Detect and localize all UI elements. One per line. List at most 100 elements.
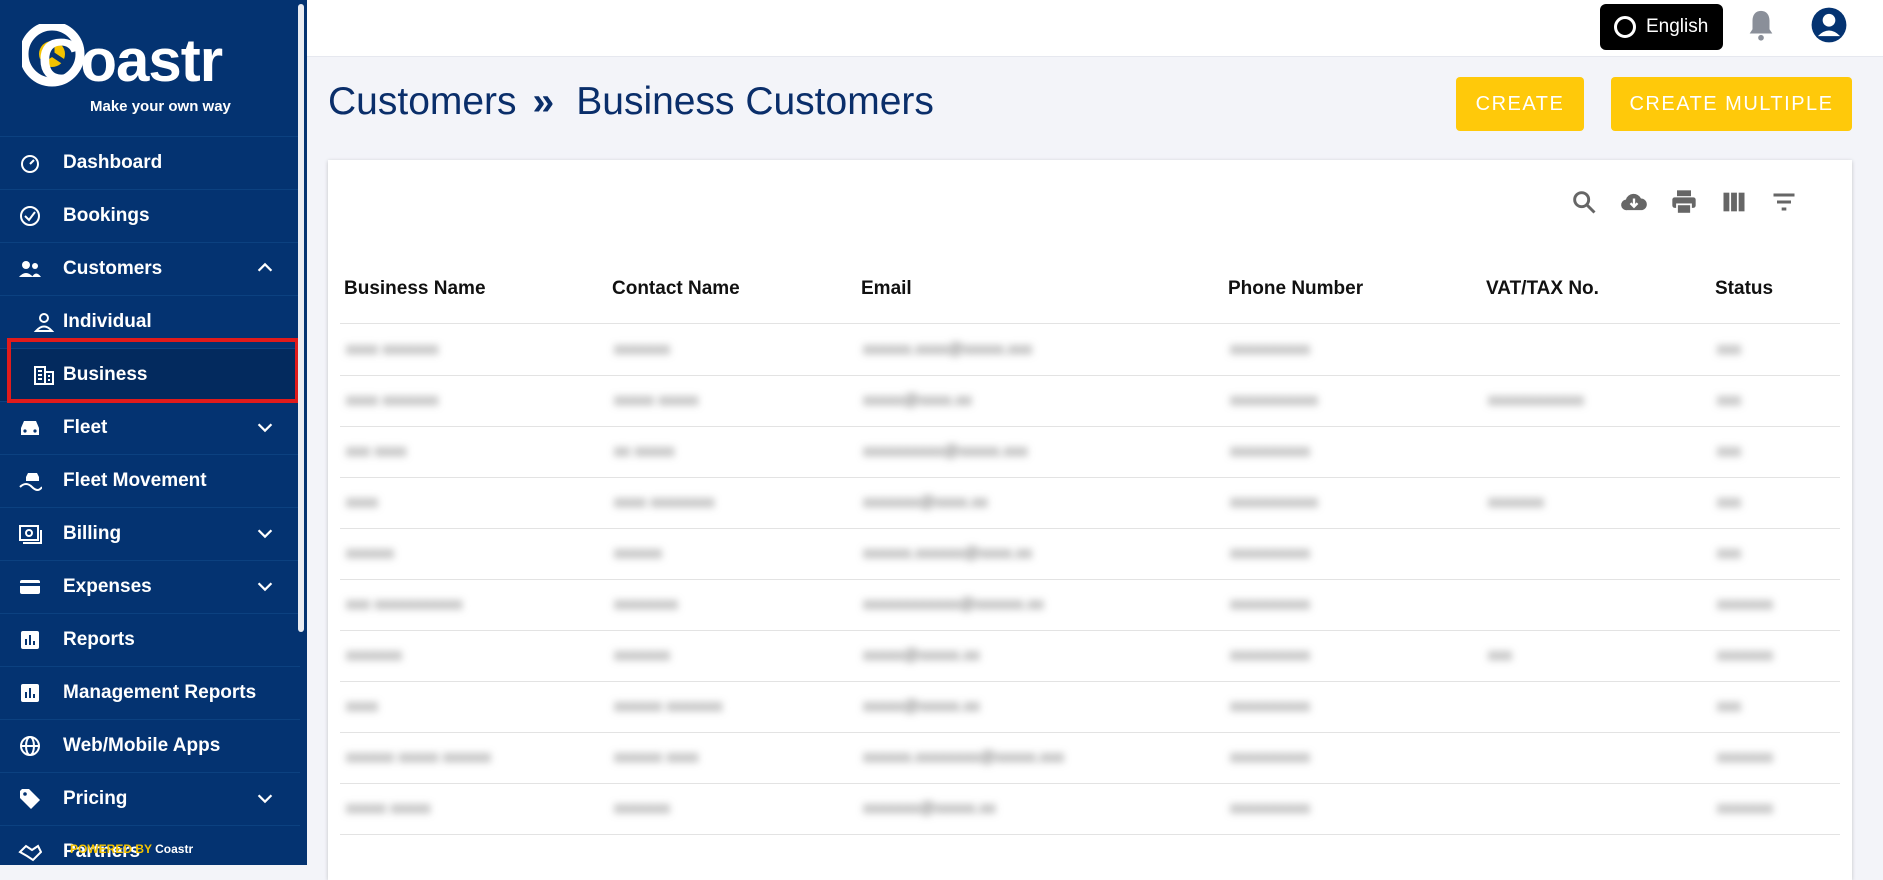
sidebar-item-label: Expenses [63, 576, 152, 597]
cell-status: xxx [1717, 443, 1741, 460]
column-header-email[interactable]: Email [861, 278, 912, 300]
cell-email: xxxxx@xxxxx.xx [863, 647, 980, 664]
page-title: Business Customers [576, 80, 934, 123]
column-header-status[interactable]: Status [1715, 278, 1773, 300]
breadcrumb: Customers » Business Customers [328, 80, 934, 124]
sidebar-item-dashboard[interactable]: Dashboard [0, 136, 300, 189]
car-icon [21, 421, 39, 435]
cell-phone-number: xxxxxxxxxxx [1230, 494, 1318, 511]
table-row[interactable]: xxxxx xxxxx xxxxxxx xxxxxxx@xxxxx.xx xxx… [340, 783, 1840, 835]
cell-email: xxxxx@xxxx.xx [863, 392, 972, 409]
sidebar-item-customers[interactable]: Customers [0, 242, 300, 295]
cell-business-name: xxx xxxxxxxxxxx [346, 596, 463, 613]
cell-status: xxx [1717, 545, 1741, 562]
handshake-icon [18, 844, 42, 862]
sidebar-item-fleet-movement[interactable]: Fleet Movement [0, 454, 300, 507]
table-row[interactable]: xxxx xxxxxxx xxxxx xxxxx xxxxx@xxxx.xx x… [340, 375, 1840, 427]
table-row[interactable]: xxxx xxxxxx xxxxxxx xxxxx@xxxxx.xx xxxxx… [340, 681, 1840, 733]
cell-business-name: xxxxx xxxxx [346, 800, 431, 817]
sidebar-item-pricing[interactable]: Pricing [0, 772, 300, 825]
sidebar-item-label: Individual [63, 311, 152, 332]
sidebar-item-label: Fleet [63, 417, 108, 438]
cell-contact-name: xxxxxxx [614, 647, 670, 664]
logo-wordmark: Coastr [38, 27, 223, 94]
globe-icon [20, 736, 40, 756]
sidebar-item-label: Billing [63, 523, 122, 544]
cell-status: xxx [1717, 341, 1741, 358]
cell-contact-name: xxxxxx [614, 545, 662, 562]
sidebar-item-reports[interactable]: Reports [0, 613, 300, 666]
table-row[interactable]: xxx xxxxxxxxxxx xxxxxxxx xxxxxxxxxxxx@xx… [340, 579, 1840, 631]
cell-status: xxx [1717, 494, 1741, 511]
cell-status: xxxxxxx [1717, 647, 1773, 664]
table-row[interactable]: xxxxxx xxxxxx xxxxxx.xxxxxx@xxxx.xx xxxx… [340, 528, 1840, 580]
cell-vat-tax-no: xxxxxxxxxxxx [1488, 392, 1584, 409]
customers-table-card: Business Name Contact Name Email Phone N… [328, 160, 1852, 880]
filter-icon[interactable] [1770, 188, 1798, 216]
sidebar-item-fleet[interactable]: Fleet [0, 401, 300, 454]
table-row[interactable]: xxxxxx xxxxx xxxxxx xxxxxx xxxx xxxxxx.x… [340, 732, 1840, 784]
cell-phone-number: xxxxxxxxxx [1230, 800, 1310, 817]
language-icon [1614, 16, 1636, 38]
sidebar-item-billing[interactable]: Billing [0, 507, 300, 560]
cell-contact-name: xx xxxxx [614, 443, 675, 460]
sidebar-item-bookings[interactable]: Bookings [0, 189, 300, 242]
active-item-highlight [7, 338, 299, 403]
table-row[interactable]: xxxxxxx xxxxxxx xxxxx@xxxxx.xx xxxxxxxxx… [340, 630, 1840, 682]
sidebar-scrollbar[interactable] [298, 4, 304, 632]
cell-phone-number: xxxxxxxxxx [1230, 545, 1310, 562]
sidebar: Coastr Make your own way Dashboard Booki… [0, 0, 307, 865]
create-multiple-button[interactable]: CREATE MULTIPLE [1611, 77, 1852, 131]
cell-phone-number: xxxxxxxxxx [1230, 341, 1310, 358]
table-row[interactable]: xxx xxxx xx xxxxx xxxxxxxxxx@xxxxx.xxx x… [340, 426, 1840, 478]
cell-business-name: xxxx xxxxxxx [346, 341, 439, 358]
language-selector[interactable]: English [1600, 4, 1723, 50]
cell-contact-name: xxxxx xxxxx [614, 392, 699, 409]
sidebar-item-label: Pricing [63, 788, 128, 809]
create-button[interactable]: CREATE [1456, 77, 1584, 131]
table-row[interactable]: xxxx xxxxxxx xxxxxxx xxxxxx.xxxx@xxxxx.x… [340, 323, 1840, 376]
column-header-phone-number[interactable]: Phone Number [1228, 278, 1363, 300]
sidebar-item-management-reports[interactable]: Management Reports [0, 666, 300, 719]
cell-email: xxxxxxxxxx@xxxxx.xxx [863, 443, 1028, 460]
cell-contact-name: xxxxxx xxxx [614, 749, 699, 766]
breadcrumb-parent[interactable]: Customers [328, 80, 517, 123]
print-icon[interactable] [1670, 188, 1698, 216]
cell-contact-name: xxxx xxxxxxxx [614, 494, 715, 511]
account-icon[interactable] [1810, 6, 1848, 44]
sidebar-item-label: Dashboard [63, 152, 163, 173]
cell-status: xxxxxxx [1717, 800, 1773, 817]
cell-email: xxxxxxx@xxxxx.xx [863, 800, 996, 817]
cell-email: xxxxxx.xxxxxx@xxxx.xx [863, 545, 1033, 562]
column-header-contact-name[interactable]: Contact Name [612, 278, 740, 300]
sidebar-item-label: Bookings [63, 205, 150, 226]
table-row[interactable]: xxxx xxxx xxxxxxxx xxxxxxx@xxxx.xx xxxxx… [340, 477, 1840, 529]
chevron-down-icon [257, 529, 273, 539]
column-header-business-name[interactable]: Business Name [344, 278, 486, 300]
powered-by-badge: POWERED BY Coastr [70, 842, 193, 856]
people-icon [19, 261, 41, 277]
cell-business-name: xxx xxxx [346, 443, 407, 460]
cell-contact-name: xxxxxx xxxxxxx [614, 698, 723, 715]
sidebar-item-label: Fleet Movement [63, 470, 207, 491]
person-icon [33, 313, 55, 332]
car-move-icon [19, 473, 42, 491]
cell-business-name: xxxx xxxxxxx [346, 392, 439, 409]
column-header-vat-tax-no[interactable]: VAT/TAX No. [1486, 278, 1599, 300]
columns-icon[interactable] [1720, 188, 1748, 216]
cell-vat-tax-no: xxxxxxx [1488, 494, 1544, 511]
download-icon[interactable] [1620, 188, 1648, 216]
powered-brand: Coastr [155, 842, 194, 856]
cell-phone-number: xxxxxxxxxx [1230, 596, 1310, 613]
chevron-down-icon [257, 423, 273, 433]
cell-contact-name: xxxxxxx [614, 800, 670, 817]
breadcrumb-separator: » [532, 80, 555, 123]
search-icon[interactable] [1570, 188, 1598, 216]
sidebar-item-expenses[interactable]: Expenses [0, 560, 300, 613]
cell-business-name: xxxxxxx [346, 647, 402, 664]
cell-email: xxxxxxxxxxxx@xxxxxx.xx [863, 596, 1044, 613]
dashboard-icon [21, 155, 39, 173]
sidebar-item-web-mobile-apps[interactable]: Web/Mobile Apps [0, 719, 300, 772]
cell-email: xxxxxx.xxxx@xxxxx.xxx [863, 341, 1033, 358]
bell-icon[interactable] [1744, 8, 1778, 42]
